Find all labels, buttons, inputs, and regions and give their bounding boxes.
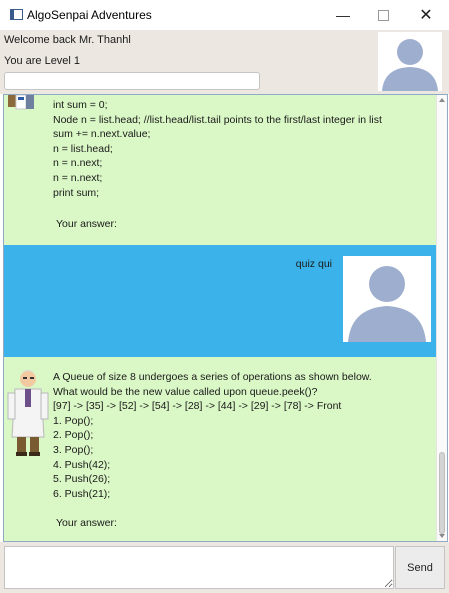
message-line: n = list.head;: [53, 142, 113, 155]
minimize-button[interactable]: —: [321, 0, 365, 30]
bot-message-text: int sum = 0; Node n = list.head; //list.…: [53, 98, 382, 200]
chat-messages: int sum = 0; Node n = list.head; //list.…: [4, 95, 436, 541]
message-line: What would be the new value called upon …: [53, 385, 318, 398]
scroll-up-icon[interactable]: [439, 98, 445, 102]
message-line: int sum = 0;: [53, 99, 108, 111]
message-line: 2. Pop();: [53, 429, 94, 442]
message-line: [97] -> [35] -> [52] -> [54] -> [28] -> …: [53, 400, 342, 413]
user-avatar: [343, 256, 431, 342]
message-line: 4. Push(42);: [53, 458, 111, 471]
message-line: A Queue of size 8 undergoes a series of …: [53, 371, 372, 383]
window-title: AlgoSenpai Adventures: [27, 8, 152, 22]
user-message: quiz qui: [4, 245, 436, 357]
bot-message-text: A Queue of size 8 undergoes a series of …: [53, 370, 372, 501]
user-silhouette-icon: [348, 266, 426, 342]
level-text: You are Level 1: [4, 55, 81, 67]
header-text-field[interactable]: [4, 72, 260, 90]
user-silhouette-icon: [382, 39, 438, 91]
chat-panel[interactable]: int sum = 0; Node n = list.head; //list.…: [3, 94, 448, 542]
answer-prompt: Your answer:: [56, 517, 117, 529]
message-line: Node n = list.head; //list.head/list.tai…: [53, 113, 382, 126]
message-line: sum += n.next.value;: [53, 128, 151, 141]
message-line: print sum;: [53, 186, 100, 199]
header: Welcome back Mr. Thanhl You are Level 1: [0, 30, 449, 94]
message-line: 5. Push(26);: [53, 473, 111, 486]
title-bar: AlgoSenpai Adventures — ✕: [0, 0, 449, 30]
professor-icon: [8, 95, 34, 110]
message-line: 3. Pop();: [53, 443, 94, 456]
close-button[interactable]: ✕: [404, 0, 448, 30]
bot-message: int sum = 0; Node n = list.head; //list.…: [4, 95, 436, 245]
maximize-button[interactable]: [361, 0, 405, 30]
scroll-down-icon[interactable]: [439, 534, 445, 538]
message-line: 1. Pop();: [53, 414, 94, 427]
message-line: 6. Push(21);: [53, 487, 111, 500]
message-bar: Send: [0, 542, 449, 593]
message-line: n = n.next;: [53, 157, 103, 170]
message-input[interactable]: [4, 546, 394, 589]
user-avatar: [378, 32, 442, 91]
send-button[interactable]: Send: [395, 546, 445, 589]
professor-icon: [7, 370, 49, 456]
chat-scrollbar[interactable]: [436, 95, 447, 541]
bot-message: A Queue of size 8 undergoes a series of …: [4, 357, 436, 541]
answer-prompt: Your answer:: [56, 218, 117, 230]
scroll-thumb[interactable]: [439, 452, 445, 534]
user-message-text: quiz qui: [295, 258, 332, 270]
maximize-icon: [377, 9, 389, 21]
welcome-text: Welcome back Mr. Thanhl: [4, 34, 131, 46]
app-window-icon: [10, 9, 23, 20]
message-line: n = n.next;: [53, 171, 103, 184]
